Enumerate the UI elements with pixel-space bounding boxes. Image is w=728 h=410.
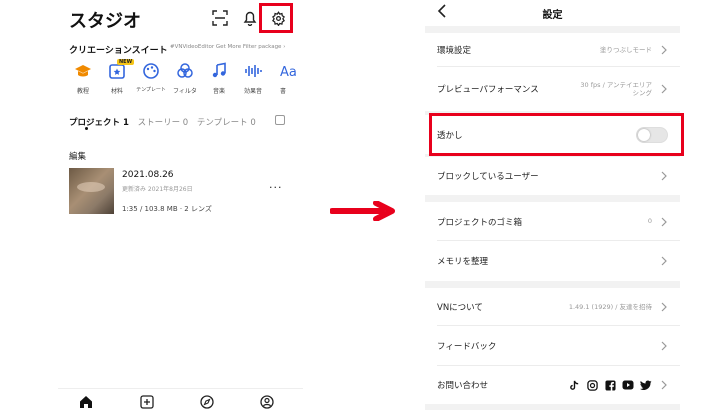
bell-icon[interactable]: [240, 8, 260, 28]
tab-projects[interactable]: プロジェクト 1: [69, 118, 129, 128]
section-label: 編集: [69, 152, 87, 162]
active-tab-indicator: [85, 127, 88, 130]
chevron-right-icon: [661, 45, 667, 55]
page-title: スタジオ: [69, 11, 141, 32]
add-project-icon[interactable]: [140, 395, 154, 409]
chevron-right-icon: [661, 302, 667, 312]
row-label: プレビューパフォーマンス: [437, 85, 539, 95]
tool-label: 音楽: [212, 88, 225, 95]
settings-row-preferences[interactable]: 環境設定 塗りつぶしモード: [425, 33, 680, 67]
chevron-right-icon: [661, 217, 667, 226]
project-meta: 1:35 / 103.8 MB · 2 レンズ: [122, 205, 212, 213]
watermark-highlight-box: [429, 113, 684, 156]
home-icon[interactable]: [79, 395, 93, 409]
compass-icon[interactable]: [200, 395, 214, 409]
row-label: 環境設定: [437, 46, 472, 56]
scan-icon[interactable]: [210, 8, 230, 28]
project-updated: 更新済み 2021年8月26日: [122, 186, 193, 193]
row-label: フィードバック: [437, 342, 497, 352]
row-label: ブロックしているユーザー: [437, 172, 539, 182]
tool-label: 教程: [76, 88, 89, 95]
project-date[interactable]: 2021.08.26: [122, 170, 174, 180]
settings-row-about-vn[interactable]: VNについて 1.49.1 (1929) / 友達を招待: [425, 288, 680, 326]
chevron-right-icon: [661, 84, 667, 94]
waveform-icon: [245, 65, 262, 77]
settings-screen: 設定 環境設定 塗りつぶしモード プレビューパフォーマンス 30 fps / ア…: [425, 0, 680, 410]
settings-row-contact[interactable]: お問い合わせ: [425, 366, 680, 404]
layout-toggle-icon[interactable]: [275, 115, 285, 125]
row-value: 1.49.1 (1929) / 友達を招待: [568, 302, 652, 311]
bottom-nav: [58, 388, 303, 410]
text-icon: Aa: [280, 65, 296, 80]
studio-screen: スタジオ クリエーションスイート #VNVideoEditor Get More…: [58, 0, 303, 410]
tool-tutorial[interactable]: 教程: [66, 62, 100, 95]
youtube-icon[interactable]: [622, 379, 634, 391]
facebook-icon[interactable]: [604, 379, 616, 391]
tiktok-icon[interactable]: [568, 379, 580, 391]
row-label: お問い合わせ: [437, 381, 489, 391]
settings-row-feedback[interactable]: フィードバック: [425, 326, 680, 366]
row-label: プロジェクトのゴミ箱: [437, 217, 523, 228]
tab-stories[interactable]: ストーリー 0: [138, 118, 189, 128]
instagram-icon[interactable]: [586, 379, 598, 391]
creation-tools-row: 教程 NEW 材料 テンプレート フィルタ 音楽 効果音 Aa 書: [66, 59, 306, 102]
creation-suite-title: クリエーションスイート: [69, 46, 168, 56]
palette-icon: [143, 63, 159, 79]
tool-label: 効果音: [243, 88, 262, 95]
row-value: 0: [647, 217, 652, 226]
tool-music[interactable]: 音楽: [202, 62, 236, 95]
graduation-cap-icon: [75, 65, 91, 77]
row-value: 塗りつぶしモード: [599, 45, 652, 54]
profile-icon[interactable]: [260, 395, 274, 409]
creation-suite-promo-link[interactable]: #VNVideoEditor Get More Filter package ›: [170, 44, 285, 50]
row-label: メモリを整理: [437, 257, 489, 267]
chevron-right-icon: [661, 341, 667, 351]
row-label: VNについて: [437, 303, 483, 313]
tab-templates[interactable]: テンプレート 0: [197, 118, 256, 128]
music-note-icon: [212, 62, 226, 78]
settings-highlight-box: [259, 3, 293, 33]
tool-label: 書: [280, 88, 287, 95]
svg-text:Aa: Aa: [280, 65, 296, 80]
settings-row-project-trash[interactable]: プロジェクトのゴミ箱 0: [425, 202, 680, 241]
tool-sound-effects[interactable]: 効果音: [236, 62, 270, 95]
page-title: 設定: [542, 10, 563, 21]
chevron-right-icon: [661, 380, 667, 390]
tool-label: 材料: [110, 88, 123, 95]
settings-row-preview-performance[interactable]: プレビューパフォーマンス 30 fps / アンテイエリア シング: [425, 67, 680, 111]
settings-header: 設定: [425, 0, 680, 26]
settings-row-blocked-users[interactable]: ブロックしているユーザー: [425, 157, 680, 195]
chevron-right-icon: [661, 256, 667, 266]
tool-templates[interactable]: テンプレート: [134, 62, 168, 93]
new-badge: NEW: [117, 59, 135, 65]
project-tabs: プロジェクト 1 ストーリー 0 テンプレート 0: [69, 116, 262, 128]
settings-row-clear-memory[interactable]: メモリを整理: [425, 241, 680, 281]
social-links: [562, 379, 652, 391]
tool-materials[interactable]: NEW 材料: [100, 59, 135, 95]
project-thumbnail[interactable]: [69, 168, 114, 214]
more-options-button[interactable]: ···: [269, 181, 283, 194]
tool-text[interactable]: Aa 書: [270, 62, 298, 95]
tool-label: フィルタ: [173, 88, 197, 95]
twitter-icon[interactable]: [640, 379, 652, 391]
tool-filters[interactable]: フィルタ: [168, 62, 202, 95]
row-value: 30 fps / アンテイエリア シング: [580, 80, 652, 97]
chevron-right-icon: [661, 171, 667, 181]
filter-circles-icon: [177, 63, 193, 78]
tool-label: テンプレート: [136, 87, 166, 93]
arrow-right-icon: [330, 201, 395, 221]
